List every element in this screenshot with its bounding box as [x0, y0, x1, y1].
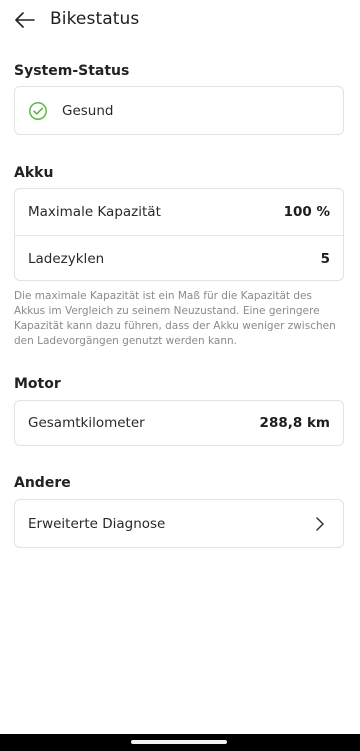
advanced-diagnosis-label: Erweiterte Diagnose	[28, 515, 166, 532]
charge-cycles-row: Ladezyklen 5	[15, 236, 343, 281]
battery-capacity-note: Die maximale Kapazität ist ein Maß für d…	[14, 290, 336, 347]
charge-cycles-label: Ladezyklen	[28, 250, 105, 267]
system-status-label: Gesund	[62, 102, 114, 119]
arrow-left-icon	[15, 12, 35, 28]
chevron-right-icon	[316, 516, 324, 531]
back-button[interactable]	[10, 6, 40, 34]
max-capacity-row: Maximale Kapazität 100 %	[15, 189, 343, 235]
check-circle-icon	[29, 101, 47, 120]
system-navigation-bar	[0, 734, 360, 751]
advanced-diagnosis-row[interactable]: Erweiterte Diagnose	[15, 500, 343, 547]
battery-card: Maximale Kapazität 100 % Ladezyklen 5	[14, 188, 344, 281]
other-heading: Andere	[14, 475, 71, 491]
system-status-heading: System-Status	[14, 63, 130, 79]
app-bar: Bikestatus	[0, 0, 360, 40]
charge-cycles-value: 5	[320, 250, 330, 267]
system-status-card: Gesund	[14, 86, 344, 135]
home-indicator[interactable]	[131, 740, 227, 744]
system-status-row: Gesund	[15, 87, 343, 134]
advanced-diagnosis-item[interactable]: Erweiterte Diagnose	[14, 499, 344, 548]
total-km-value: 288,8 km	[259, 415, 330, 431]
page-title: Bikestatus	[50, 9, 140, 29]
battery-heading: Akku	[14, 165, 54, 181]
max-capacity-value: 100 %	[283, 204, 330, 220]
motor-card: Gesamtkilometer 288,8 km	[14, 400, 344, 446]
total-km-label: Gesamtkilometer	[28, 415, 145, 431]
motor-heading: Motor	[14, 376, 61, 392]
max-capacity-label: Maximale Kapazität	[28, 204, 161, 220]
total-km-row: Gesamtkilometer 288,8 km	[15, 401, 343, 445]
